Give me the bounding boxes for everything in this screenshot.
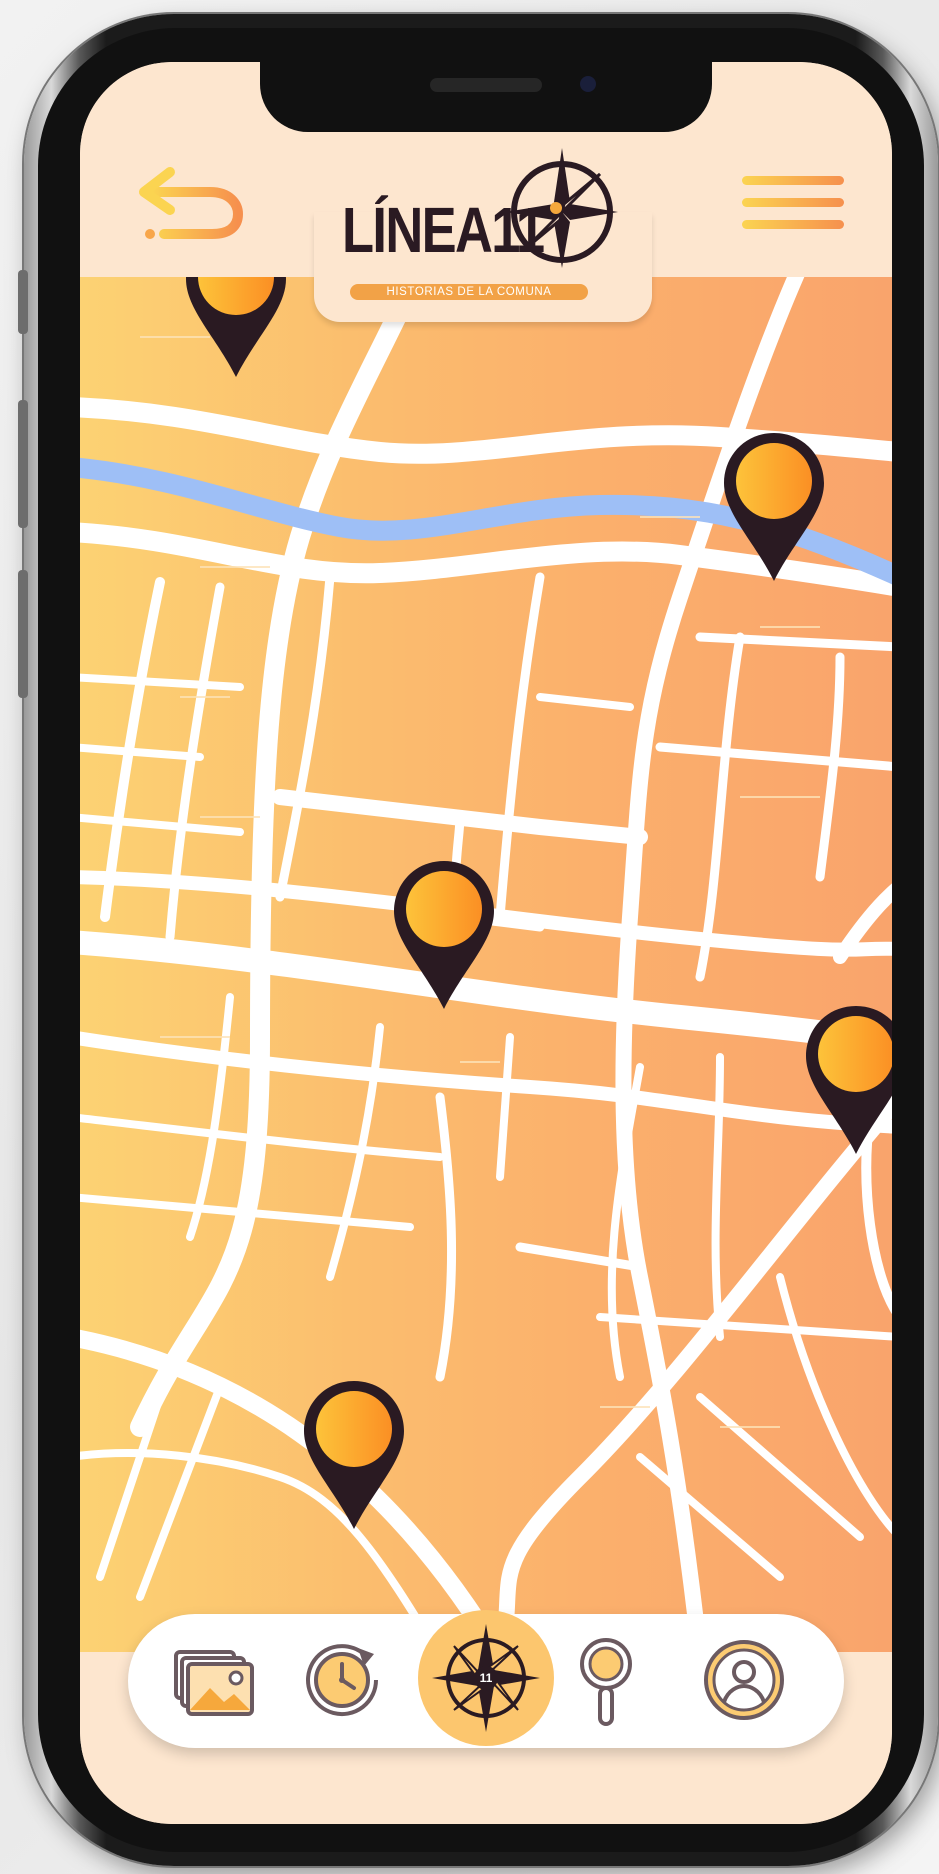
gallery-images-icon: [174, 1650, 254, 1716]
volume-up-button: [18, 400, 28, 528]
bottom-nav-bar: 11: [128, 1610, 844, 1748]
front-camera: [580, 76, 596, 92]
back-arrow-icon: [139, 167, 244, 239]
hamburger-menu-icon: [742, 176, 844, 229]
logo-title: LÍNEA11: [342, 194, 545, 266]
map-pin-5[interactable]: [300, 1377, 408, 1533]
map-pin-icon: [806, 1006, 892, 1154]
nav-history-button[interactable]: [296, 1634, 388, 1726]
user-profile-icon: [704, 1640, 784, 1720]
nav-gallery-button[interactable]: [168, 1634, 260, 1726]
logo-subtitle: HISTORIAS DE LA COMUNA: [350, 284, 588, 300]
map-pin-icon: [304, 1381, 404, 1529]
volume-down-button: [18, 570, 28, 698]
app-logo[interactable]: LÍNEA11 HISTORIAS DE LA COMUNA: [342, 146, 642, 316]
map-pin-2[interactable]: [720, 429, 828, 585]
map-pin-icon: [394, 861, 494, 1009]
magnifier-search-icon: [580, 1638, 632, 1726]
clock-history-icon: [306, 1644, 378, 1717]
nav-home-compass-button[interactable]: 11: [418, 1610, 554, 1746]
nav-search-button[interactable]: [560, 1634, 652, 1726]
earpiece-speaker: [430, 78, 542, 92]
compass-badge: 11: [479, 1671, 493, 1685]
city-map[interactable]: [80, 229, 892, 1652]
mute-switch: [18, 270, 28, 334]
map-pin-4[interactable]: [802, 1002, 892, 1158]
phone-notch: [260, 62, 712, 132]
map-pin-icon: [724, 433, 824, 581]
map-pin-3[interactable]: [390, 857, 498, 1013]
back-button[interactable]: [130, 162, 246, 242]
app-screen: LÍNEA11 HISTORIAS DE LA COMUNA 11: [80, 62, 892, 1824]
nav-profile-button[interactable]: [698, 1634, 790, 1726]
menu-button[interactable]: [740, 170, 846, 240]
